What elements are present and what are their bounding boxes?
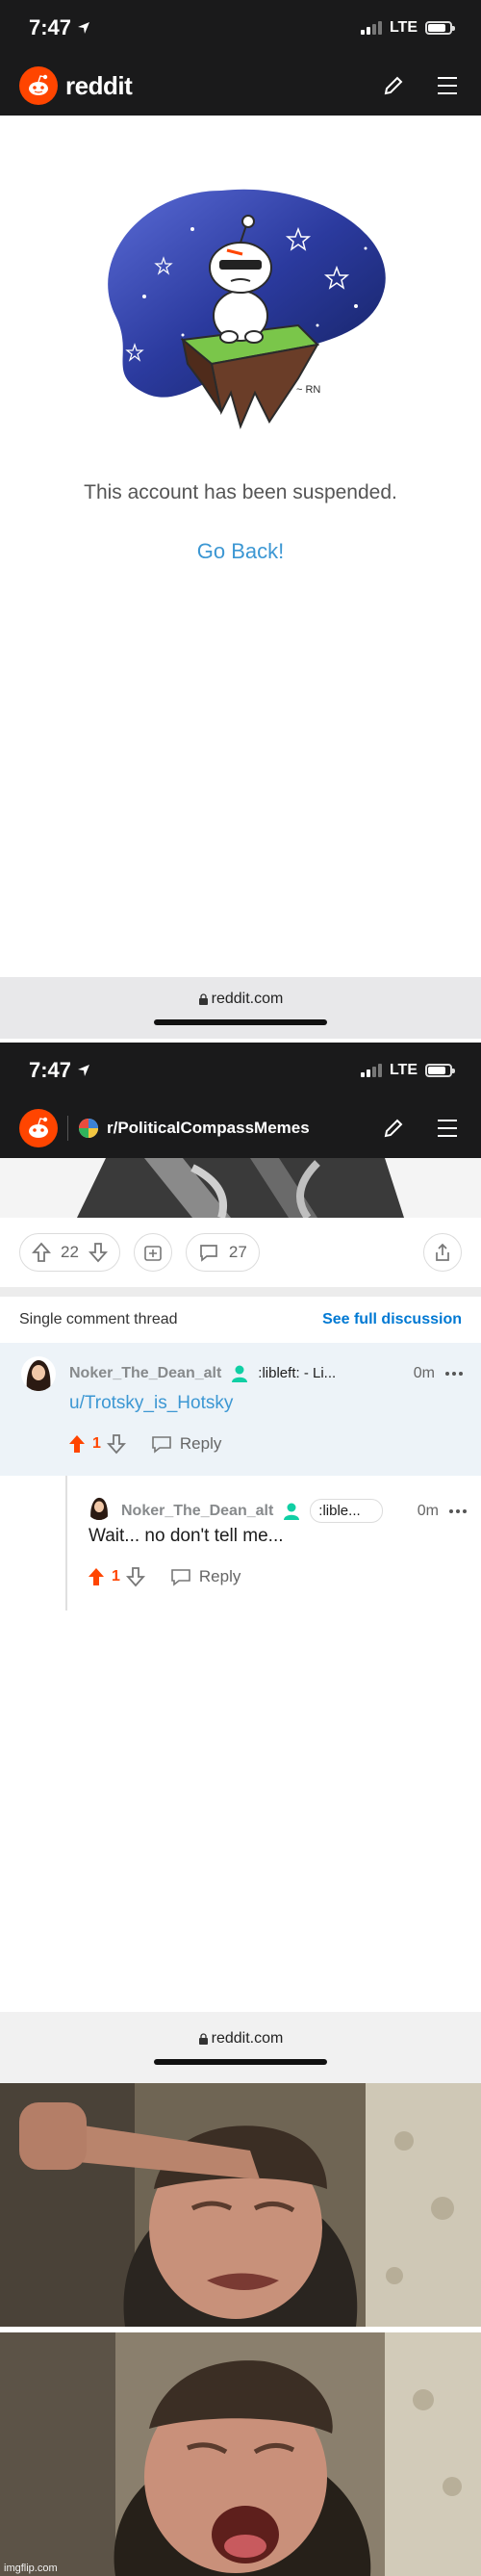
crying-man-photo: imgflip.com bbox=[0, 2332, 481, 2576]
comment-body: Wait... no don't tell me... bbox=[89, 1526, 284, 1546]
downvote-icon[interactable] bbox=[88, 1242, 108, 1263]
comment-time: 0m bbox=[413, 1364, 435, 1381]
suspended-message: This account has been suspended. bbox=[84, 481, 397, 503]
reply-icon bbox=[152, 1436, 171, 1454]
saluting-man-photo bbox=[0, 2083, 481, 2327]
battery-icon bbox=[425, 21, 455, 35]
more-icon[interactable] bbox=[448, 1508, 468, 1514]
reply-label: Reply bbox=[179, 1434, 222, 1453]
snoo-logo-icon[interactable] bbox=[19, 1109, 58, 1147]
imgflip-watermark: imgflip.com bbox=[4, 2563, 58, 2574]
subreddit-name[interactable]: r/PoliticalCompassMemes bbox=[107, 1119, 310, 1138]
url-text: reddit.com bbox=[211, 2030, 284, 2047]
subreddit-navbar: r/PoliticalCompassMemes bbox=[0, 1098, 481, 1158]
user-badge-icon bbox=[232, 1365, 248, 1382]
comment-highlighted: Noker_The_Dean_alt :libleft: - Li... 0m … bbox=[0, 1343, 481, 1476]
snoo-logo-icon[interactable] bbox=[19, 66, 58, 105]
navbar-divider bbox=[67, 1116, 68, 1141]
home-indicator bbox=[154, 2059, 327, 2065]
downvote-icon[interactable] bbox=[125, 1566, 145, 1587]
comment-vote: 1 bbox=[67, 1433, 126, 1455]
home-indicator bbox=[154, 1019, 327, 1025]
status-time: 7:47 bbox=[29, 15, 90, 40]
thread-label: Single comment thread bbox=[19, 1311, 178, 1327]
see-full-discussion-link[interactable]: See full discussion bbox=[322, 1311, 462, 1328]
thread-header: Single comment thread See full discussio… bbox=[0, 1297, 481, 1343]
user-flair: :lible... bbox=[310, 1499, 384, 1523]
reddit-wordmark[interactable]: reddit bbox=[65, 71, 133, 101]
avatar[interactable] bbox=[87, 1495, 112, 1520]
location-arrow-icon bbox=[78, 1065, 90, 1076]
status-time-text: 7:47 bbox=[29, 15, 72, 39]
signal-icon bbox=[360, 1064, 382, 1077]
comment-score: 1 bbox=[112, 1568, 120, 1584]
comment-icon bbox=[200, 1245, 217, 1262]
post-action-bar: 22 27 bbox=[0, 1218, 481, 1287]
status-bar-2: 7:47 LTE bbox=[0, 1043, 481, 1098]
signal-icon bbox=[360, 21, 382, 35]
status-time-text-2: 7:47 bbox=[29, 1058, 72, 1082]
comment-time: 0m bbox=[417, 1502, 439, 1519]
status-bar: 7:47 LTE bbox=[0, 0, 481, 56]
url-text: reddit.com bbox=[211, 991, 284, 1007]
menu-icon[interactable] bbox=[433, 71, 462, 100]
reply-button[interactable]: Reply bbox=[170, 1567, 240, 1586]
lock-icon bbox=[198, 992, 208, 1005]
reply-button[interactable]: Reply bbox=[151, 1434, 221, 1454]
user-flair: :libleft: - Li... bbox=[258, 1365, 337, 1381]
browser-url-bar-2[interactable]: reddit.com bbox=[0, 2012, 481, 2083]
comment-body[interactable]: u/Trotsky_is_Hotsky bbox=[69, 1393, 233, 1414]
comment-vote: 1 bbox=[87, 1566, 145, 1587]
award-icon[interactable] bbox=[133, 1233, 172, 1272]
suspended-illustration: ~ RN bbox=[77, 171, 404, 460]
illustration-signature: ~ RN bbox=[296, 384, 320, 396]
avatar[interactable] bbox=[21, 1356, 56, 1391]
upvote-icon[interactable] bbox=[87, 1566, 106, 1587]
subreddit-icon[interactable] bbox=[78, 1118, 99, 1139]
share-icon[interactable] bbox=[423, 1233, 462, 1272]
status-time-2: 7:47 bbox=[29, 1058, 90, 1083]
comment-score: 1 bbox=[92, 1435, 101, 1452]
location-arrow-icon bbox=[78, 22, 90, 34]
menu-icon[interactable] bbox=[433, 1114, 462, 1143]
downvote-icon[interactable] bbox=[106, 1433, 126, 1455]
reply-label: Reply bbox=[198, 1567, 241, 1585]
network-label-2: LTE bbox=[389, 1062, 418, 1078]
upvote-icon[interactable] bbox=[67, 1433, 87, 1455]
vote-pill: 22 bbox=[19, 1233, 120, 1272]
battery-icon bbox=[425, 1064, 455, 1077]
comment-username[interactable]: Noker_The_Dean_alt bbox=[121, 1503, 273, 1520]
reply-icon bbox=[171, 1569, 190, 1586]
go-back-link[interactable]: Go Back! bbox=[0, 539, 481, 564]
pencil-icon[interactable] bbox=[379, 1114, 408, 1143]
comment-username[interactable]: Noker_The_Dean_alt bbox=[69, 1365, 221, 1382]
post-comment-count: 27 bbox=[228, 1243, 247, 1261]
browser-url-bar[interactable]: reddit.com bbox=[0, 977, 481, 1039]
user-badge-icon bbox=[284, 1503, 300, 1520]
comments-pill[interactable]: 27 bbox=[185, 1233, 260, 1272]
reddit-navbar: reddit bbox=[0, 56, 481, 116]
network-label: LTE bbox=[389, 19, 418, 36]
post-vote-count: 22 bbox=[61, 1243, 79, 1261]
pencil-icon[interactable] bbox=[379, 71, 408, 100]
section-divider bbox=[0, 1287, 481, 1297]
more-icon[interactable] bbox=[444, 1371, 464, 1377]
comment-reply: Noker_The_Dean_alt :lible... 0m Wait... … bbox=[67, 1476, 481, 1610]
lock-icon bbox=[198, 2032, 208, 2045]
upvote-icon[interactable] bbox=[32, 1242, 51, 1263]
post-image-preview[interactable] bbox=[0, 1158, 481, 1218]
